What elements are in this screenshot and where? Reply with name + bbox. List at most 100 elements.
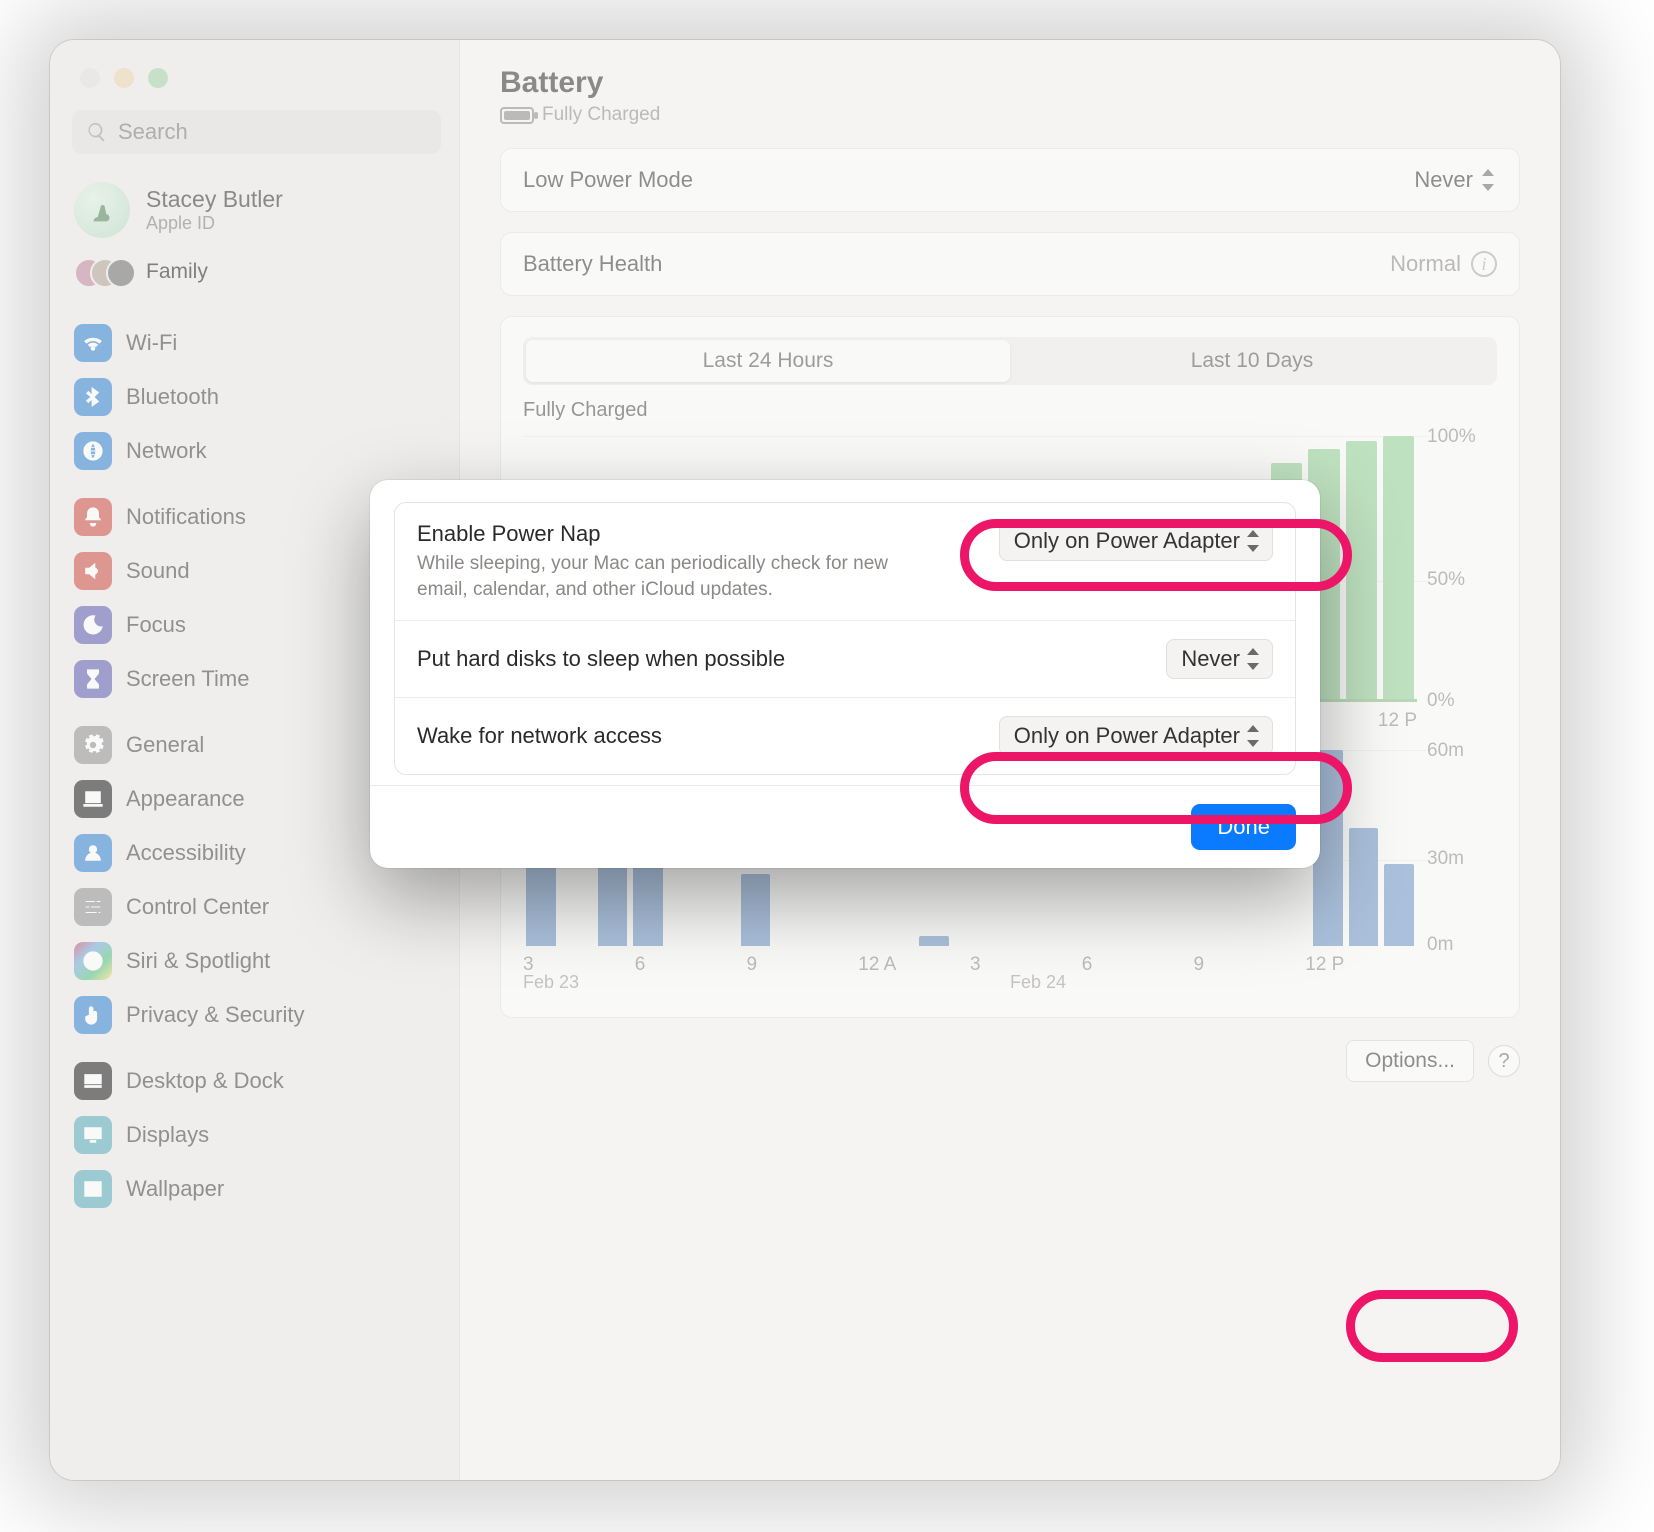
chevron-updown-icon bbox=[1479, 169, 1497, 191]
sidebar-item-label: Screen Time bbox=[126, 666, 250, 692]
search-input[interactable] bbox=[118, 119, 427, 145]
sidebar-item-label: Wi-Fi bbox=[126, 330, 177, 356]
sidebar-item-siri-spotlight[interactable]: Siri & Spotlight bbox=[68, 934, 451, 988]
user-name: Stacey Butler bbox=[146, 186, 283, 214]
x-tick: 12 P bbox=[1305, 954, 1417, 976]
low-power-mode-label: Low Power Mode bbox=[523, 167, 693, 193]
sidebar-item-network[interactable]: Network bbox=[68, 424, 451, 478]
appearance-icon bbox=[74, 780, 112, 818]
y-axis-label: 50% bbox=[1427, 569, 1507, 591]
siri-icon bbox=[74, 942, 112, 980]
low-power-mode-select[interactable]: Never bbox=[1414, 167, 1497, 193]
x-tick: 3 bbox=[970, 954, 1082, 976]
sound-icon bbox=[74, 552, 112, 590]
sidebar-item-label: Focus bbox=[126, 612, 186, 638]
sidebar-item-label: Appearance bbox=[126, 786, 245, 812]
sidebar-item-label: Privacy & Security bbox=[126, 1002, 305, 1028]
wifi-icon bbox=[74, 324, 112, 362]
y-axis-label: 60m bbox=[1427, 740, 1507, 762]
done-button[interactable]: Done bbox=[1191, 804, 1296, 850]
apple-id-row[interactable]: Stacey Butler Apple ID bbox=[68, 170, 451, 246]
bar bbox=[741, 874, 771, 946]
sidebar-item-privacy-security[interactable]: Privacy & Security bbox=[68, 988, 451, 1042]
sidebar-item-label: Desktop & Dock bbox=[126, 1068, 284, 1094]
hourglass-icon bbox=[74, 660, 112, 698]
wake-network-select[interactable]: Only on Power Adapter bbox=[999, 716, 1273, 756]
bar bbox=[1349, 828, 1379, 946]
family-label: Family bbox=[146, 260, 208, 284]
chart-level-title: Fully Charged bbox=[523, 399, 1497, 422]
power-nap-label: Enable Power Nap bbox=[417, 521, 897, 547]
sidebar-item-label: Displays bbox=[126, 1122, 209, 1148]
user-avatar bbox=[74, 182, 130, 238]
network-icon bbox=[74, 432, 112, 470]
sidebar-item-desktop-dock[interactable]: Desktop & Dock bbox=[68, 1054, 451, 1108]
battery-status: Fully Charged bbox=[542, 104, 660, 126]
x-tick: 3 bbox=[523, 954, 635, 976]
x-tick: 9 bbox=[1194, 954, 1306, 976]
y-axis-label: 0m bbox=[1427, 934, 1507, 956]
sidebar-item-wi-fi[interactable]: Wi-Fi bbox=[68, 316, 451, 370]
family-row[interactable]: Family bbox=[68, 246, 451, 304]
sidebar-item-label: Network bbox=[126, 438, 207, 464]
info-icon[interactable]: i bbox=[1471, 251, 1497, 277]
battery-icon bbox=[500, 107, 534, 124]
sidebar-item-bluetooth[interactable]: Bluetooth bbox=[68, 370, 451, 424]
bell-icon bbox=[74, 498, 112, 536]
person-icon bbox=[74, 834, 112, 872]
sliders-icon bbox=[74, 888, 112, 926]
hand-icon bbox=[74, 996, 112, 1034]
bar bbox=[1384, 864, 1414, 946]
sidebar-item-label: General bbox=[126, 732, 204, 758]
help-button[interactable]: ? bbox=[1488, 1045, 1520, 1077]
low-power-mode-row[interactable]: Low Power Mode Never bbox=[501, 149, 1519, 211]
x-tick: 6 bbox=[1082, 954, 1194, 976]
segment-10d[interactable]: Last 10 Days bbox=[1010, 340, 1494, 382]
sidebar-item-label: Siri & Spotlight bbox=[126, 948, 270, 974]
chevron-updown-icon bbox=[1244, 530, 1262, 552]
options-button[interactable]: Options... bbox=[1346, 1040, 1474, 1082]
sidebar-item-label: Control Center bbox=[126, 894, 269, 920]
power-nap-description: While sleeping, your Mac can periodicall… bbox=[417, 551, 897, 602]
moon-icon bbox=[74, 606, 112, 644]
sidebar-item-label: Bluetooth bbox=[126, 384, 219, 410]
sidebar-item-label: Accessibility bbox=[126, 840, 246, 866]
bar bbox=[919, 936, 949, 946]
power-options-dialog: Enable Power Nap While sleeping, your Ma… bbox=[370, 480, 1320, 868]
chevron-updown-icon bbox=[1244, 648, 1262, 670]
hard-disk-sleep-label: Put hard disks to sleep when possible bbox=[417, 646, 785, 672]
sidebar-item-wallpaper[interactable]: Wallpaper bbox=[68, 1162, 451, 1216]
battery-health-row[interactable]: Battery Health Normal i bbox=[501, 233, 1519, 295]
display-icon bbox=[74, 1116, 112, 1154]
chevron-updown-icon bbox=[1244, 725, 1262, 747]
sidebar-item-label: Sound bbox=[126, 558, 190, 584]
x-tick: 9 bbox=[747, 954, 859, 976]
search-icon bbox=[86, 121, 108, 143]
wallpaper-icon bbox=[74, 1170, 112, 1208]
bar bbox=[1346, 441, 1377, 702]
x-tick: 12 A bbox=[858, 954, 970, 976]
y-axis-label: 100% bbox=[1427, 426, 1507, 448]
gear-icon bbox=[74, 726, 112, 764]
hard-disk-sleep-select[interactable]: Never bbox=[1166, 639, 1273, 679]
x-tick: 6 bbox=[635, 954, 747, 976]
user-subtitle: Apple ID bbox=[146, 213, 283, 234]
segment-24h[interactable]: Last 24 Hours bbox=[526, 340, 1010, 382]
sidebar-item-displays[interactable]: Displays bbox=[68, 1108, 451, 1162]
y-axis-label: 0% bbox=[1427, 690, 1507, 712]
sidebar-item-control-center[interactable]: Control Center bbox=[68, 880, 451, 934]
battery-health-value: Normal bbox=[1390, 251, 1461, 277]
x-axis-label: 12 P bbox=[1305, 710, 1417, 732]
bar bbox=[1383, 436, 1414, 702]
page-title: Battery bbox=[500, 66, 1520, 100]
family-avatars bbox=[74, 258, 130, 286]
y-axis-label: 30m bbox=[1427, 848, 1507, 870]
time-range-segment[interactable]: Last 24 Hours Last 10 Days bbox=[523, 337, 1497, 385]
dock-icon bbox=[74, 1062, 112, 1100]
sidebar-item-label: Wallpaper bbox=[126, 1176, 224, 1202]
sidebar-item-label: Notifications bbox=[126, 504, 246, 530]
search-field[interactable] bbox=[72, 110, 441, 154]
bluetooth-icon bbox=[74, 378, 112, 416]
battery-health-label: Battery Health bbox=[523, 251, 662, 277]
power-nap-select[interactable]: Only on Power Adapter bbox=[999, 521, 1273, 561]
